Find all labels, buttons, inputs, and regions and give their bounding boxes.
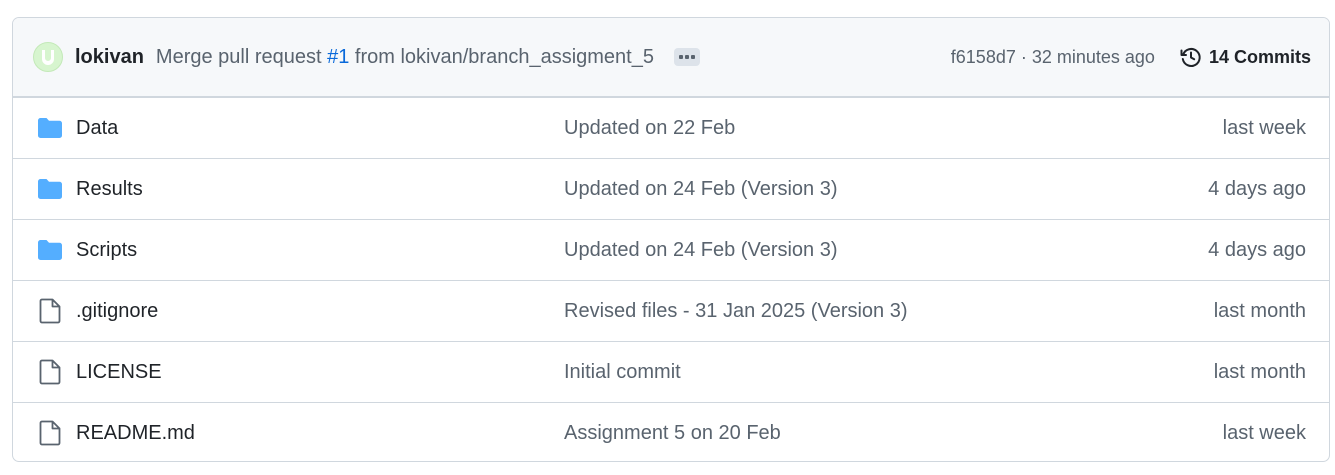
file-commit-message[interactable]: Updated on 22 Feb xyxy=(564,117,735,140)
file-updated-time: 4 days ago xyxy=(1208,177,1306,200)
file-row-results[interactable]: Results Updated on 24 Feb (Version 3) 4 … xyxy=(13,158,1329,219)
file-updated-time: 4 days ago xyxy=(1208,238,1306,261)
commit-message-suffix[interactable]: from lokivan/branch_assigment_5 xyxy=(349,46,654,68)
file-row-readme[interactable]: README.md Assignment 5 on 20 Feb last we… xyxy=(13,402,1329,461)
expand-commit-message-button[interactable] xyxy=(673,48,700,66)
folder-icon xyxy=(37,115,63,141)
commit-message-prefix[interactable]: Merge pull request xyxy=(156,46,327,68)
file-row-license[interactable]: LICENSE Initial commit last month xyxy=(13,341,1329,402)
commits-count-label: 14 Commits xyxy=(1208,46,1311,67)
commit-meta: f6158d7 · 32 minutes ago xyxy=(951,47,1155,68)
file-commit-message[interactable]: Updated on 24 Feb (Version 3) xyxy=(564,239,838,262)
avatar[interactable] xyxy=(33,42,63,72)
folder-icon xyxy=(37,176,63,202)
file-commit-message[interactable]: Revised files - 31 Jan 2025 (Version 3) xyxy=(564,300,908,323)
file-icon xyxy=(37,359,63,385)
commit-meta-area: f6158d7 · 32 minutes ago 14 Commits xyxy=(951,45,1311,69)
file-name[interactable]: LICENSE xyxy=(76,361,162,384)
repo-file-browser: lokivan Merge pull request #1 from lokiv… xyxy=(12,17,1330,462)
file-updated-time: last week xyxy=(1222,421,1306,444)
commit-time: 32 minutes ago xyxy=(1031,46,1155,67)
file-name[interactable]: Results xyxy=(76,178,143,201)
file-icon xyxy=(37,420,63,446)
file-icon xyxy=(37,298,63,324)
file-commit-message[interactable]: Updated on 24 Feb (Version 3) xyxy=(564,178,838,201)
ellipsis-icon xyxy=(678,55,695,59)
commit-message: Merge pull request #1 from lokivan/branc… xyxy=(156,46,654,69)
file-updated-time: last week xyxy=(1222,116,1306,139)
meta-separator: · xyxy=(1015,46,1032,67)
commit-hash[interactable]: f6158d7 xyxy=(951,47,1016,67)
history-icon xyxy=(1180,48,1201,67)
file-row-data[interactable]: Data Updated on 22 Feb last week xyxy=(13,97,1329,158)
file-name[interactable]: Data xyxy=(76,117,118,140)
file-name[interactable]: .gitignore xyxy=(76,300,158,323)
file-name[interactable]: Scripts xyxy=(76,239,137,262)
file-commit-message[interactable]: Initial commit xyxy=(564,361,681,384)
folder-icon xyxy=(37,237,63,263)
commits-history-link[interactable]: 14 Commits xyxy=(1179,45,1311,69)
commit-author[interactable]: lokivan xyxy=(75,46,144,69)
file-updated-time: last month xyxy=(1213,299,1306,322)
file-name[interactable]: README.md xyxy=(76,422,195,445)
pull-request-link[interactable]: #1 xyxy=(327,46,349,68)
file-commit-message[interactable]: Assignment 5 on 20 Feb xyxy=(564,422,781,445)
file-updated-time: last month xyxy=(1213,360,1306,383)
avatar-icon xyxy=(42,50,54,65)
file-row-scripts[interactable]: Scripts Updated on 24 Feb (Version 3) 4 … xyxy=(13,219,1329,280)
latest-commit-header: lokivan Merge pull request #1 from lokiv… xyxy=(13,18,1329,97)
file-row-gitignore[interactable]: .gitignore Revised files - 31 Jan 2025 (… xyxy=(13,280,1329,341)
